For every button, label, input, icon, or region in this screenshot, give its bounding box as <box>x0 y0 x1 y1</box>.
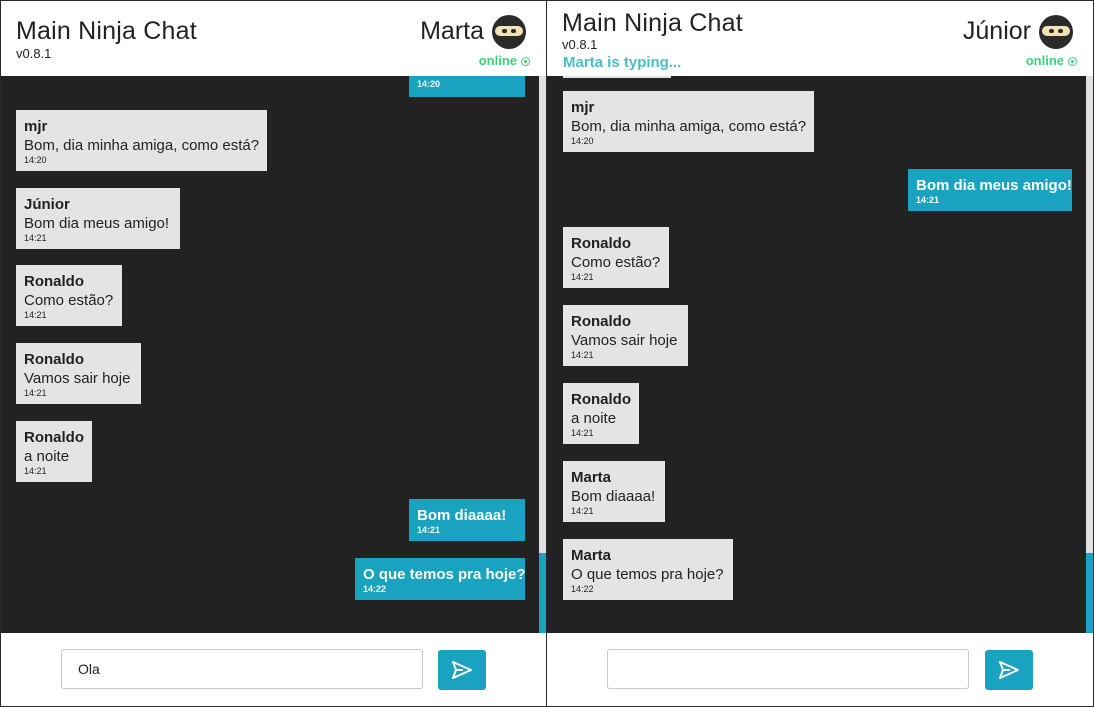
online-dot-icon <box>1068 57 1077 66</box>
message-time: 14:21 <box>417 525 441 535</box>
message-text: Como estão? <box>24 292 114 309</box>
message-bubble: mjr Bom, dia minha amiga, como está? 14:… <box>563 91 814 152</box>
message-author: Ronaldo <box>571 391 631 408</box>
message-bubble-own: Bom diaaaa! 14:21 <box>409 499 525 541</box>
online-status-label: online <box>478 53 517 68</box>
message-time: 14:21 <box>24 233 47 243</box>
message-time: 14:20 <box>24 155 47 165</box>
message-time: 14:21 <box>571 272 594 282</box>
message-text: Como estão? <box>571 254 661 271</box>
send-button[interactable] <box>438 650 486 690</box>
message-text: Bom diaaaa! <box>571 488 656 505</box>
message-time: 14:21 <box>24 310 47 320</box>
current-user-name: Júnior <box>962 17 1031 45</box>
online-status: online <box>479 53 530 68</box>
message-bubble: mjr Bom, dia minha amiga, como está? 14:… <box>16 110 267 171</box>
ninja-avatar-icon[interactable] <box>492 15 526 49</box>
app-version: v0.8.1 <box>562 37 598 52</box>
message-list[interactable]: mjr Bom, dia minha amiga, como está? 14:… <box>547 76 1086 633</box>
message-input[interactable] <box>607 649 969 689</box>
message-text: Bom dia meus amigo! <box>916 177 1072 194</box>
message-bubble: Ronaldo Como estão? 14:21 <box>16 265 122 326</box>
send-icon <box>999 661 1019 679</box>
ninja-avatar-icon[interactable] <box>1039 15 1073 49</box>
message-composer <box>547 633 1093 706</box>
chat-scrollbar[interactable] <box>1086 76 1093 633</box>
message-time: 14:22 <box>363 584 387 594</box>
message-bubble: Ronaldo Vamos sair hoje 14:21 <box>563 305 688 366</box>
message-bubble: Marta O que temos pra hoje? 14:22 <box>563 539 733 600</box>
message-bubble: Ronaldo a noite 14:21 <box>16 421 92 482</box>
message-time: 14:21 <box>24 388 47 398</box>
message-text: Vamos sair hoje <box>24 370 131 387</box>
message-text: Bom diaaaa! <box>417 507 507 524</box>
message-time: 14:20 <box>571 136 594 146</box>
message-time: 14:21 <box>571 428 594 438</box>
message-text: Bom, dia minha amiga, como está? <box>571 118 807 135</box>
message-bubble: Marta Bom diaaaa! 14:21 <box>563 461 665 522</box>
message-time: 14:21 <box>571 350 594 360</box>
message-bubble-partial: 14:20 <box>409 76 525 97</box>
message-author: Ronaldo <box>571 235 631 252</box>
message-author: mjr <box>571 99 595 116</box>
message-list[interactable]: 14:20 mjr Bom, dia minha amiga, como est… <box>1 76 539 633</box>
message-text: Bom dia meus amigo! <box>24 215 170 232</box>
online-dot-icon <box>521 57 530 66</box>
message-time: 14:20 <box>417 79 441 89</box>
message-author: Ronaldo <box>24 351 84 368</box>
app-title: Main Ninja Chat <box>562 9 743 37</box>
message-author: Ronaldo <box>24 429 84 446</box>
message-author: mjr <box>24 118 48 135</box>
message-text: Vamos sair hoje <box>571 332 678 349</box>
app-title: Main Ninja Chat <box>16 17 197 45</box>
send-button[interactable] <box>985 650 1033 690</box>
online-status: online <box>1026 53 1077 68</box>
message-text: a noite <box>571 410 617 427</box>
message-bubble: Ronaldo Vamos sair hoje 14:21 <box>16 343 141 404</box>
message-bubble-own: Bom dia meus amigo! 14:21 <box>908 169 1072 211</box>
scrollbar-thumb[interactable] <box>1086 553 1093 633</box>
message-text: a noite <box>24 448 70 465</box>
message-text: O que temos pra hoje? <box>571 566 724 583</box>
message-bubble: Júnior Bom dia meus amigo! 14:21 <box>16 188 180 249</box>
message-input[interactable] <box>61 649 423 689</box>
chat-window-junior: Main Ninja Chat v0.8.1 Marta is typing..… <box>546 0 1094 707</box>
chat-window-marta: Main Ninja Chat v0.8.1 Marta online 14:2… <box>0 0 547 707</box>
message-author: Ronaldo <box>571 313 631 330</box>
send-icon <box>452 661 472 679</box>
chat-header: Main Ninja Chat v0.8.1 Marta online <box>1 1 546 76</box>
typing-indicator: Marta is typing... <box>563 54 682 71</box>
message-author: Júnior <box>24 196 70 213</box>
online-status-label: online <box>1025 53 1064 68</box>
message-time: 14:21 <box>571 506 594 516</box>
message-time: 14:22 <box>571 584 594 594</box>
message-author: Marta <box>571 547 612 564</box>
message-text: O que temos pra hoje? <box>363 566 526 583</box>
message-composer <box>1 633 546 706</box>
message-bubble-own: O que temos pra hoje? 14:22 <box>355 558 526 600</box>
chat-header: Main Ninja Chat v0.8.1 Marta is typing..… <box>547 1 1093 76</box>
message-bubble-partial <box>563 76 671 78</box>
message-time: 14:21 <box>24 466 47 476</box>
app-version: v0.8.1 <box>16 46 52 61</box>
message-bubble: Ronaldo a noite 14:21 <box>563 383 639 444</box>
message-text: Bom, dia minha amiga, como está? <box>24 137 260 154</box>
message-time: 14:21 <box>916 195 940 205</box>
current-user-name: Marta <box>420 17 484 45</box>
message-author: Marta <box>571 469 612 486</box>
message-bubble: Ronaldo Como estão? 14:21 <box>563 227 669 288</box>
message-author: Ronaldo <box>24 273 84 290</box>
